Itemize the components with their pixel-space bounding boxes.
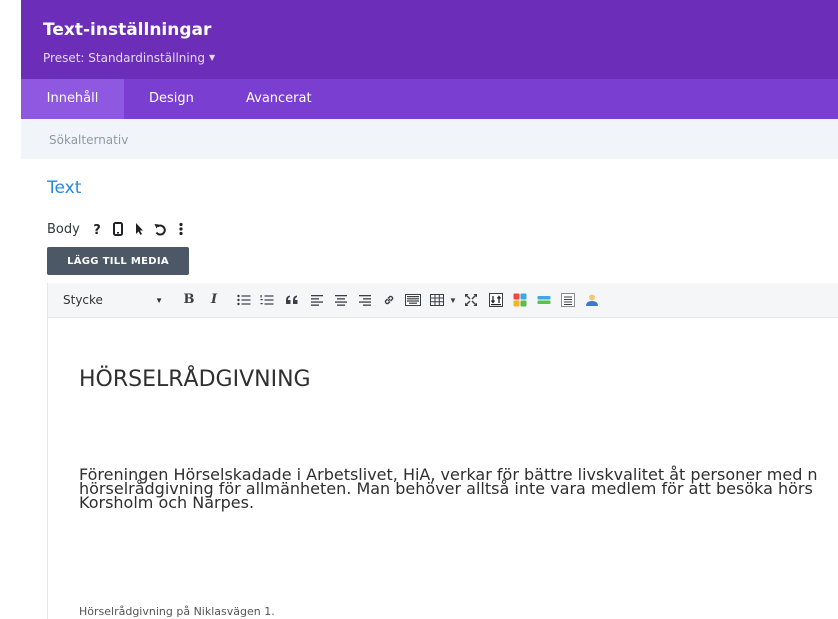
- editor-content[interactable]: HÖRSELRÅDGIVNING Föreningen Hörselskadad…: [48, 318, 838, 619]
- rich-text-editor: Stycke ▼ B I ▼ HÖRSELRÅDGIVNING Förening…: [47, 283, 838, 619]
- hr-icon[interactable]: [536, 292, 552, 308]
- preset-selector[interactable]: Preset: Standardinställning ▼: [43, 51, 215, 65]
- tab-content[interactable]: Innehåll: [21, 79, 124, 119]
- editor-toolbar: Stycke ▼ B I ▼: [48, 283, 838, 318]
- content-heading: HÖRSELRÅDGIVNING: [79, 367, 311, 392]
- content-note: Hörselrådgivning på Niklasvägen 1.: [79, 605, 275, 618]
- panel-header: Text-inställningar Preset: Standardinstä…: [21, 0, 838, 79]
- blockquote-icon[interactable]: [284, 292, 300, 308]
- table-dropdown-icon[interactable]: ▼: [445, 292, 461, 308]
- user-icon[interactable]: [584, 292, 600, 308]
- fullscreen-icon[interactable]: [463, 292, 479, 308]
- chevron-down-icon: ▼: [155, 295, 163, 305]
- tab-advanced[interactable]: Avancerat: [246, 79, 312, 119]
- section-title[interactable]: Text: [47, 178, 81, 198]
- more-icon[interactable]: [173, 221, 189, 237]
- field-header: Body ?: [47, 219, 189, 239]
- left-edge: [0, 0, 21, 619]
- link-icon[interactable]: [381, 292, 397, 308]
- align-left-icon[interactable]: [309, 292, 325, 308]
- preset-label: Preset: Standardinställning: [43, 51, 205, 65]
- cursor-icon[interactable]: [131, 221, 147, 237]
- mobile-icon[interactable]: [110, 221, 126, 237]
- search-bar: [21, 119, 838, 159]
- undo-icon[interactable]: [152, 221, 168, 237]
- table-icon[interactable]: [429, 292, 445, 308]
- tab-bar: Innehåll Design Avancerat: [21, 79, 838, 119]
- field-label: Body: [47, 221, 80, 237]
- format-select[interactable]: Stycke ▼: [53, 290, 171, 310]
- bold-icon[interactable]: B: [181, 292, 197, 308]
- align-right-icon[interactable]: [357, 292, 373, 308]
- format-select-value: Stycke: [63, 293, 103, 307]
- panel-title: Text-inställningar: [43, 20, 212, 40]
- svg-text:?: ?: [93, 223, 101, 236]
- insert-icon[interactable]: [488, 292, 504, 308]
- tab-design[interactable]: Design: [149, 79, 194, 119]
- italic-icon[interactable]: I: [206, 292, 222, 308]
- text-settings-panel: Text-inställningar Preset: Standardinstä…: [0, 0, 838, 619]
- numbered-list-icon[interactable]: [259, 292, 275, 308]
- bullet-list-icon[interactable]: [236, 292, 252, 308]
- keyboard-icon[interactable]: [405, 292, 421, 308]
- search-input[interactable]: [47, 129, 551, 151]
- colors-icon[interactable]: [512, 292, 528, 308]
- content-paragraph: Föreningen Hörselskadade i Arbetslivet, …: [79, 467, 818, 512]
- add-media-button[interactable]: LÄGG TILL MEDIA: [47, 247, 189, 275]
- page-break-icon[interactable]: [560, 292, 576, 308]
- paragraph-line: Korsholm och Närpes.: [79, 493, 255, 512]
- help-icon[interactable]: ?: [89, 221, 105, 237]
- align-center-icon[interactable]: [333, 292, 349, 308]
- caret-down-icon: ▼: [208, 53, 216, 62]
